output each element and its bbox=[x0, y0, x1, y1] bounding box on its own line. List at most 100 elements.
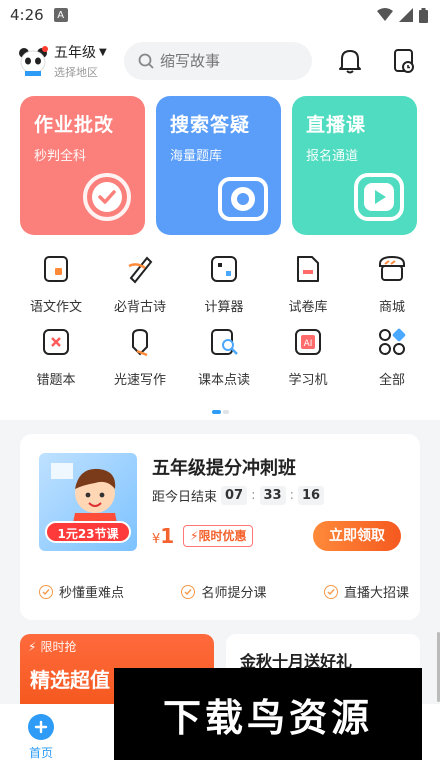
promo-price: ¥1 bbox=[152, 524, 174, 548]
feature-item: 名师提分课 bbox=[181, 582, 267, 601]
countdown-minutes: 33 bbox=[259, 486, 286, 505]
status-bar: 4:26 A bbox=[0, 0, 440, 30]
promo-features: 秒懂重难点 名师提分课 直播大招课 bbox=[39, 582, 409, 601]
tool-store[interactable]: 商城 bbox=[350, 252, 434, 315]
promo-title: 五年级提分冲刺班 bbox=[152, 458, 296, 479]
app-notification-icon: A bbox=[53, 8, 68, 22]
grade-label: 五年级 bbox=[54, 45, 96, 61]
feature-label: 名师提分课 bbox=[201, 586, 267, 601]
feature-cards: 作业批改 秒判全科 搜索答疑 海量题库 直播课 报名通道 bbox=[20, 96, 417, 235]
grade-selector[interactable]: 五年级 ▼ 选择地区 bbox=[18, 42, 120, 80]
check-icon bbox=[39, 584, 53, 599]
tool-exam[interactable]: 试卷库 bbox=[266, 252, 350, 315]
search-icon bbox=[138, 53, 154, 69]
feature-label: 秒懂重难点 bbox=[59, 586, 125, 601]
card-title: 直播课 bbox=[306, 114, 367, 136]
card-search-answer[interactable]: 搜索答疑 海量题库 bbox=[156, 96, 281, 235]
flash-sale-tag-label: 限时抢 bbox=[40, 640, 77, 654]
check-circle-icon bbox=[83, 173, 131, 221]
tool-label: 试卷库 bbox=[288, 300, 328, 315]
lightning-icon: ⚡ bbox=[28, 639, 37, 654]
card-subtitle: 秒判全科 bbox=[34, 149, 87, 164]
history-icon bbox=[394, 49, 414, 73]
essay-icon bbox=[44, 256, 68, 282]
tab-home-label: 首页 bbox=[28, 746, 53, 760]
svg-text:AI: AI bbox=[304, 339, 313, 349]
tool-learning-device[interactable]: AI 学习机 bbox=[266, 325, 350, 388]
tool-label: 光速写作 bbox=[113, 373, 166, 388]
card-title: 搜索答疑 bbox=[170, 114, 251, 136]
page-indicator bbox=[212, 410, 229, 414]
flash-sale-title: 精选超值 bbox=[30, 668, 110, 692]
tool-label: 语文作文 bbox=[29, 300, 82, 315]
limited-offer-badge: ⚡限时优惠 bbox=[183, 525, 254, 547]
tool-essay[interactable]: 语文作文 bbox=[14, 252, 98, 315]
tool-grid: 语文作文 必背古诗 计算器 试卷库 商城 错题本 光速写作 课本点读 AI 学习… bbox=[0, 252, 440, 388]
countdown-label: 距今日结束 bbox=[152, 490, 218, 505]
check-icon bbox=[323, 584, 338, 599]
main-content: 作业批改 秒判全科 搜索答疑 海量题库 直播课 报名通道 语文作文 必背古诗 计… bbox=[0, 92, 440, 704]
battery-icon bbox=[419, 7, 428, 23]
page-dot-active bbox=[212, 410, 221, 414]
notification-button[interactable] bbox=[336, 47, 364, 75]
tool-calculator[interactable]: 计算器 bbox=[182, 252, 266, 315]
play-icon bbox=[354, 173, 404, 221]
top-header: 五年级 ▼ 选择地区 bbox=[0, 30, 440, 92]
store-icon bbox=[379, 255, 405, 281]
card-subtitle: 报名通道 bbox=[306, 149, 359, 164]
card-homework-check[interactable]: 作业批改 秒判全科 bbox=[20, 96, 145, 235]
course-cover-image: 1元23节课 bbox=[39, 453, 137, 551]
lower-section: 1元23节课 五年级提分冲刺班 距今日结束 07 : 33 : 16 ¥1 ⚡限… bbox=[0, 420, 440, 704]
cover-price-tag: 1元23节课 bbox=[45, 521, 131, 543]
calculator-icon bbox=[211, 256, 237, 282]
status-right bbox=[377, 7, 428, 23]
tool-label: 计算器 bbox=[204, 300, 244, 315]
tool-label: 课本点读 bbox=[197, 373, 250, 388]
textbook-read-icon bbox=[211, 329, 238, 355]
card-live-course[interactable]: 直播课 报名通道 bbox=[292, 96, 417, 235]
wifi-icon bbox=[377, 8, 393, 21]
history-button[interactable] bbox=[390, 47, 418, 75]
limited-label: 限时优惠 bbox=[198, 529, 247, 543]
signal-icon bbox=[399, 8, 413, 22]
camera-icon bbox=[218, 177, 268, 221]
exam-icon bbox=[297, 256, 319, 282]
tool-label: 错题本 bbox=[36, 373, 76, 388]
mistake-book-icon bbox=[43, 329, 69, 355]
region-label: 选择地区 bbox=[54, 66, 98, 79]
caret-down-icon: ▼ bbox=[99, 46, 107, 58]
check-icon bbox=[181, 584, 196, 599]
tool-all[interactable]: 全部 bbox=[350, 325, 434, 388]
home-icon bbox=[28, 714, 54, 740]
search-input[interactable] bbox=[160, 52, 290, 70]
countdown-seconds: 16 bbox=[297, 486, 325, 505]
tool-label: 必背古诗 bbox=[113, 300, 166, 315]
bell-icon bbox=[339, 50, 361, 74]
tool-label: 商城 bbox=[378, 300, 405, 315]
watermark-overlay: 下载鸟资源 bbox=[114, 668, 422, 760]
tool-poem[interactable]: 必背古诗 bbox=[98, 252, 182, 315]
countdown-hours: 07 bbox=[221, 486, 248, 505]
tool-fast-writing[interactable]: 光速写作 bbox=[98, 325, 182, 388]
poem-icon bbox=[128, 256, 153, 284]
tab-home[interactable]: 首页 bbox=[28, 714, 54, 761]
card-subtitle: 海量题库 bbox=[170, 149, 223, 164]
pen-icon bbox=[132, 328, 148, 357]
card-title: 作业批改 bbox=[34, 114, 115, 136]
claim-button[interactable]: 立即领取 bbox=[313, 521, 401, 551]
tool-mistake-book[interactable]: 错题本 bbox=[14, 325, 98, 388]
countdown: 距今日结束 07 : 33 : 16 bbox=[152, 486, 325, 505]
panda-avatar-icon bbox=[18, 46, 48, 76]
flash-sale-tag: ⚡ 限时抢 bbox=[28, 638, 76, 655]
feature-item: 直播大招课 bbox=[323, 582, 409, 601]
tool-textbook-read[interactable]: 课本点读 bbox=[182, 325, 266, 388]
search-bar[interactable] bbox=[124, 42, 312, 80]
page-dot bbox=[223, 410, 229, 414]
tool-label: 学习机 bbox=[288, 373, 328, 388]
status-time: 4:26 bbox=[10, 6, 44, 24]
price-value: 1 bbox=[160, 524, 175, 548]
feature-label: 直播大招课 bbox=[343, 586, 409, 601]
feature-item: 秒懂重难点 bbox=[39, 582, 124, 601]
promo-card[interactable]: 1元23节课 五年级提分冲刺班 距今日结束 07 : 33 : 16 ¥1 ⚡限… bbox=[20, 434, 420, 620]
all-grid-icon bbox=[379, 328, 406, 355]
